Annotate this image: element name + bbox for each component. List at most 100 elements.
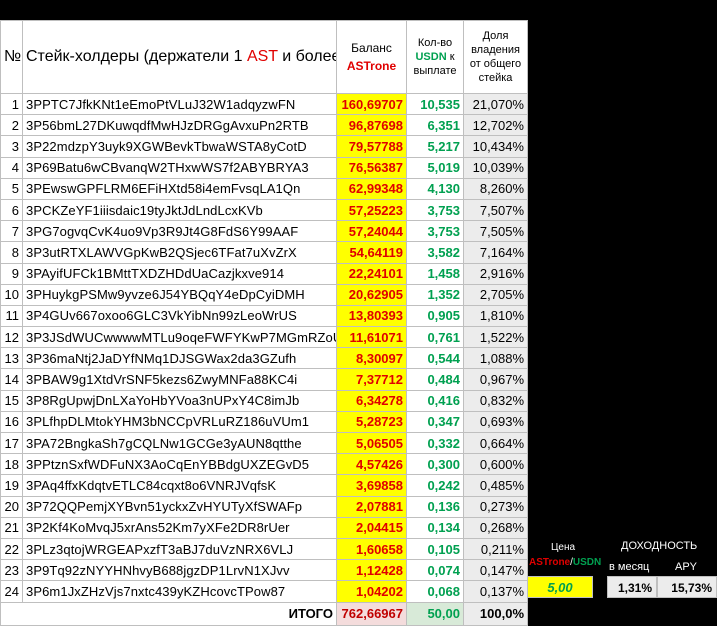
row-usdn: 6,351: [406, 114, 464, 137]
row-balance: 62,99348: [336, 177, 407, 200]
row-number: 4: [0, 156, 23, 179]
row-number: 6: [0, 198, 23, 222]
price-value: 5,00: [527, 576, 593, 598]
row-number: 8: [0, 241, 23, 264]
row-share: 10,434%: [463, 135, 528, 158]
row-share: 0,273%: [463, 495, 528, 518]
row-balance: 96,87698: [336, 114, 407, 137]
table-row: 16 3PLfhpDLMtokYHM3bNCCpVRLuRZ186uVUm1 5,2…: [0, 410, 528, 434]
row-share: 1,088%: [463, 347, 528, 370]
row-share: 0,664%: [463, 431, 528, 455]
header-num: №: [0, 20, 23, 94]
table-row: 21 3P2Kf4KoMvqJ5xrAns52Km7yXFe2DR8rUer 2,0…: [0, 516, 528, 539]
row-number: 20: [0, 495, 23, 518]
header-title: Стейк-холдеры (держатели 1 AST и более): [22, 20, 337, 94]
row-usdn: 3,753: [406, 220, 464, 243]
row-usdn: 0,136: [406, 495, 464, 518]
row-usdn: 0,332: [406, 431, 464, 455]
row-usdn: 0,484: [406, 368, 464, 391]
row-number: 12: [0, 326, 23, 349]
table-row: 10 3PHuykgPSMw9yvze6J54YBQqY4eDpCyiDMH 20,…: [0, 283, 528, 306]
row-address: 3P9Tq92zNYYHNhvyB688jgzDP1LrvN1XJvv: [22, 559, 337, 582]
row-usdn: 0,761: [406, 326, 464, 349]
row-share: 0,693%: [463, 410, 528, 434]
row-number: 7: [0, 220, 23, 243]
table-row: 18 3PPtznSxfWDFuNX3AoCqEnYBBdgUXZEGvD5 4,5…: [0, 453, 528, 476]
table-row: 4 3P69Batu6wCBvanqW2THxwWS7f2ABYBRYA3 76,5…: [0, 156, 528, 179]
row-address: 3PHuykgPSMw9yvze6J54YBQqY4eDpCyiDMH: [22, 283, 337, 306]
row-share: 0,211%: [463, 537, 528, 561]
row-number: 21: [0, 516, 23, 539]
row-address: 3P2Kf4KoMvqJ5xrAns52Km7yXFe2DR8rUer: [22, 516, 337, 539]
header-usdn: Кол-во USDN к выплате: [406, 20, 464, 94]
row-number: 1: [0, 92, 23, 116]
row-number: 16: [0, 410, 23, 434]
table-row: 19 3PAq4ffxKdqtvETLC84cqxt8o6VNRJVqfsK 3,6…: [0, 474, 528, 497]
table-row: 9 3PAyifUFCk1BMttTXDZHDdUaCazjkxve914 22,2…: [0, 262, 528, 285]
row-share: 0,485%: [463, 474, 528, 497]
total-share: 100,0%: [463, 601, 528, 626]
row-number: 22: [0, 537, 23, 561]
row-number: 10: [0, 283, 23, 306]
table-row: 3 3P22mdzpY3uyk9XGWBevkTbwaWSTA8yCotD 79,5…: [0, 135, 528, 158]
header-title-post: и более): [282, 48, 335, 65]
total-label: ИТОГО: [0, 601, 337, 626]
row-balance: 57,25223: [336, 198, 407, 222]
apy-value: 15,73%: [657, 576, 717, 598]
row-balance: 5,06505: [336, 431, 407, 455]
row-number: 15: [0, 389, 23, 412]
row-share: 0,967%: [463, 368, 528, 391]
table-row: 14 3PBAW9g1XtdVrSNF5kezs6ZwyMNFa88KC4i 7,3…: [0, 368, 528, 391]
row-address: 3PLfhpDLMtokYHM3bNCCpVRLuRZ186uVUm1: [22, 410, 337, 434]
table-row: 8 3P3utRTXLAWVGpKwB2QSjec6TFat7uXvZrX 54,6…: [0, 241, 528, 264]
row-balance: 8,30097: [336, 347, 407, 370]
row-balance: 7,37712: [336, 368, 407, 391]
row-share: 7,164%: [463, 241, 528, 264]
row-usdn: 0,068: [406, 580, 464, 603]
table-row: 13 3P36maNtj2JaDYfNMq1DJSGWax2da3GZufh 8,3…: [0, 347, 528, 370]
header-balance: Баланс ASTrone: [336, 20, 407, 94]
header-balance-line1: Баланс: [351, 41, 392, 55]
row-number: 17: [0, 431, 23, 455]
row-balance: 54,64119: [336, 241, 407, 264]
row-balance: 57,24044: [336, 220, 407, 243]
row-address: 3P36maNtj2JaDYfNMq1DJSGWax2da3GZufh: [22, 347, 337, 370]
price-label: Цена: [551, 542, 576, 553]
stakeholders-table-sheet: № Стейк-холдеры (держатели 1 AST и более…: [0, 20, 528, 626]
total-balance: 762,66967: [336, 601, 407, 626]
row-usdn: 0,347: [406, 410, 464, 434]
row-number: 3: [0, 135, 23, 158]
table-row: 5 3PEwswGPFLRM6EFiHXtd58i4emFvsqLA1Qn 62,9…: [0, 177, 528, 200]
row-number: 23: [0, 559, 23, 582]
row-share: 10,039%: [463, 156, 528, 179]
row-address: 3PEwswGPFLRM6EFiHXtd58i4emFvsqLA1Qn: [22, 177, 337, 200]
row-share: 1,810%: [463, 304, 528, 328]
table-row: 22 3PLz3qtojWRGEAPxzfT3aBJ7duVzNRX6VLJ 1,6…: [0, 537, 528, 561]
row-usdn: 5,217: [406, 135, 464, 158]
row-share: 0,832%: [463, 389, 528, 412]
row-balance: 1,12428: [336, 559, 407, 582]
monthly-label: в месяц: [609, 561, 650, 573]
row-usdn: 0,300: [406, 453, 464, 476]
row-address: 3P3utRTXLAWVGpKwB2QSjec6TFat7uXvZrX: [22, 241, 337, 264]
row-address: 3P6m1JxZHzVjs7nxtc439yKZHcovcTPow87: [22, 580, 337, 603]
row-usdn: 0,905: [406, 304, 464, 328]
table-row: 11 3P4GUv667oxoo6GLC3VkYibNn99zLeoWrUS 13,…: [0, 304, 528, 328]
row-number: 18: [0, 453, 23, 476]
apy-label: APY: [675, 561, 698, 573]
table-row: 2 3P56bmL27DKuwqdfMwHJzDRGgAvxuPn2RTB 96,8…: [0, 114, 528, 137]
row-address: 3P56bmL27DKuwqdfMwHJzDRGgAvxuPn2RTB: [22, 114, 337, 137]
row-share: 2,916%: [463, 262, 528, 285]
row-address: 3PPTC7JfkKNt1eEmoPtVLuJ32W1adqyzwFN: [22, 92, 337, 116]
row-usdn: 0,416: [406, 389, 464, 412]
row-usdn: 3,582: [406, 241, 464, 264]
header-share: Доля владения от общего стейка: [463, 20, 528, 94]
row-address: 3PBAW9g1XtdVrSNF5kezs6ZwyMNFa88KC4i: [22, 368, 337, 391]
row-balance: 20,62905: [336, 283, 407, 306]
row-number: 24: [0, 580, 23, 603]
row-number: 5: [0, 177, 23, 200]
row-address: 3PLz3qtojWRGEAPxzfT3aBJ7duVzNRX6VLJ: [22, 537, 337, 561]
row-share: 21,070%: [463, 92, 528, 116]
price-pair-b: USDN: [572, 557, 602, 568]
row-number: 9: [0, 262, 23, 285]
